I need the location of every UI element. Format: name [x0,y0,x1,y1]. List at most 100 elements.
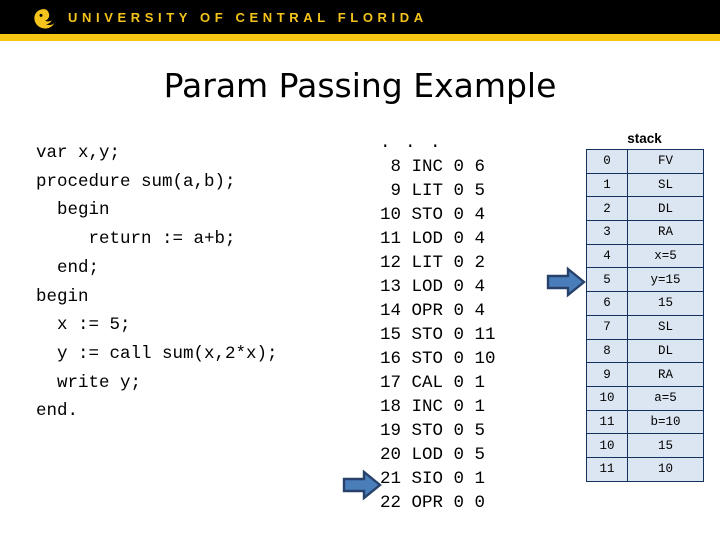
instruction-row: 9 LIT 0 5 [380,179,496,203]
stack-value-cell: SL [627,314,704,340]
stack-value-cell: DL [627,196,704,222]
instruction-address: 13 [380,277,402,297]
instruction-row: 13 LOD 0 4 [380,275,496,299]
stack-table-row: 11 10 [586,456,704,482]
instruction-level: 0 [453,277,465,297]
stack-table-row: 3 RA [586,220,704,245]
instruction-row: 22 OPR 0 0 [380,491,496,515]
instruction-opcode: STO [411,325,444,345]
source-code-line: begin [36,286,89,307]
stack-index-cell: 10 [586,433,628,458]
stack-table-row: 11 b=10 [586,409,704,435]
stack-index-cell: 8 [586,338,628,364]
instruction-address: 11 [380,229,402,249]
header-gold-rule [0,34,720,41]
instruction-opcode: STO [411,421,444,441]
stack-index-cell: 4 [586,243,628,269]
instruction-modifier: 5 [474,445,486,465]
instruction-address: 16 [380,349,402,369]
instruction-modifier: 5 [474,421,486,441]
instruction-modifier: 5 [474,181,486,201]
stack-value-cell: SL [627,172,704,198]
page-title: Param Passing Example [163,66,557,105]
stack-table-row: 10 15 [586,433,704,458]
right-arrow-icon-listing-pointer [342,469,382,501]
stack-value-cell: 15 [627,433,704,458]
stack-value-cell: b=10 [627,409,704,435]
instruction-address: 17 [380,373,402,393]
instruction-opcode: LIT [411,181,444,201]
stack-value-cell: 10 [627,456,704,482]
instruction-row: 12 LIT 0 2 [380,251,496,275]
source-code-block: var x,y; procedure sum(a,b); begin return… [36,139,366,426]
stack-caption: stack [627,131,662,146]
instruction-opcode: LOD [411,445,444,465]
instruction-level: 0 [453,493,465,513]
instruction-address: 20 [380,445,402,465]
stack-index-cell: 3 [586,220,628,245]
instruction-modifier: 11 [474,325,496,345]
stack-value-cell: FV [627,149,704,174]
instruction-opcode: INC [411,157,444,177]
instruction-opcode: STO [411,205,444,225]
source-code-line: begin [36,200,110,221]
stack-table-row: 4 x=5 [586,243,704,269]
stack-value-cell: RA [627,220,704,245]
instruction-modifier: 4 [474,301,486,321]
header-wordmark: UNIVERSITY OF CENTRAL FLORIDA [68,10,428,25]
instruction-row: 17 CAL 0 1 [380,371,496,395]
instruction-modifier: 4 [474,229,486,249]
instruction-opcode: STO [411,349,444,369]
stack-table-row: 1 SL [586,172,704,198]
instruction-opcode: OPR [411,493,444,513]
instruction-modifier: 4 [474,277,486,297]
stack-value-cell: DL [627,338,704,364]
stack-index-cell: 0 [586,149,628,174]
source-code-line: write y; [36,372,142,393]
instruction-modifier: 10 [474,349,496,369]
listing-ellipsis: . . . [380,133,443,153]
instruction-level: 0 [453,205,465,225]
source-code-line: var x,y; [36,143,121,163]
instruction-row: 14 OPR 0 4 [380,299,496,323]
instruction-address: 21 [380,469,402,489]
instruction-opcode: OPR [411,301,444,321]
instruction-level: 0 [453,229,465,249]
instruction-row: 20 LOD 0 5 [380,443,496,467]
stack-table-row: 7 SL [586,314,704,340]
source-code-line: end; [36,257,100,278]
stack-table: 0 FV 1 SL 2 DL 3 RA 4 x=5 5 y=15 6 15 7 SL 8 DL 9 RA 10 a=5 11… [586,149,704,482]
instruction-row: 10 STO 0 4 [380,203,496,227]
instruction-address: 15 [380,325,402,345]
instruction-address: 22 [380,493,402,513]
instruction-opcode: LIT [411,253,444,273]
stack-index-cell: 11 [586,409,628,435]
instruction-modifier: 6 [474,157,486,177]
source-code-line: y := call sum(x,2*x); [36,343,278,364]
instruction-row: 16 STO 0 10 [380,347,496,371]
instruction-opcode: LOD [411,277,444,297]
stack-value-cell: x=5 [627,243,704,269]
instruction-row: 11 LOD 0 4 [380,227,496,251]
instruction-opcode: SIO [411,469,444,489]
stack-index-cell: 5 [586,267,628,293]
stack-index-cell: 11 [586,456,628,482]
instruction-opcode: CAL [411,373,444,393]
instruction-level: 0 [453,469,465,489]
source-code-line: procedure sum(a,b); [36,171,236,192]
instruction-address: 10 [380,205,402,225]
instruction-level: 0 [453,373,465,393]
instruction-row: 8 INC 0 6 [380,155,496,179]
source-code-line: end. [36,401,79,422]
stack-table-row: 0 FV [586,149,704,174]
instruction-modifier: 4 [474,205,486,225]
stack-value-cell: 15 [627,291,704,316]
stack-index-cell: 6 [586,291,628,316]
stack-value-cell: a=5 [627,385,704,411]
stack-value-cell: RA [627,362,704,387]
instruction-modifier: 1 [474,469,486,489]
source-code-line: x := 5; [36,315,131,336]
instruction-level: 0 [453,397,465,417]
instruction-address: 18 [380,397,402,417]
instruction-modifier: 1 [474,397,486,417]
